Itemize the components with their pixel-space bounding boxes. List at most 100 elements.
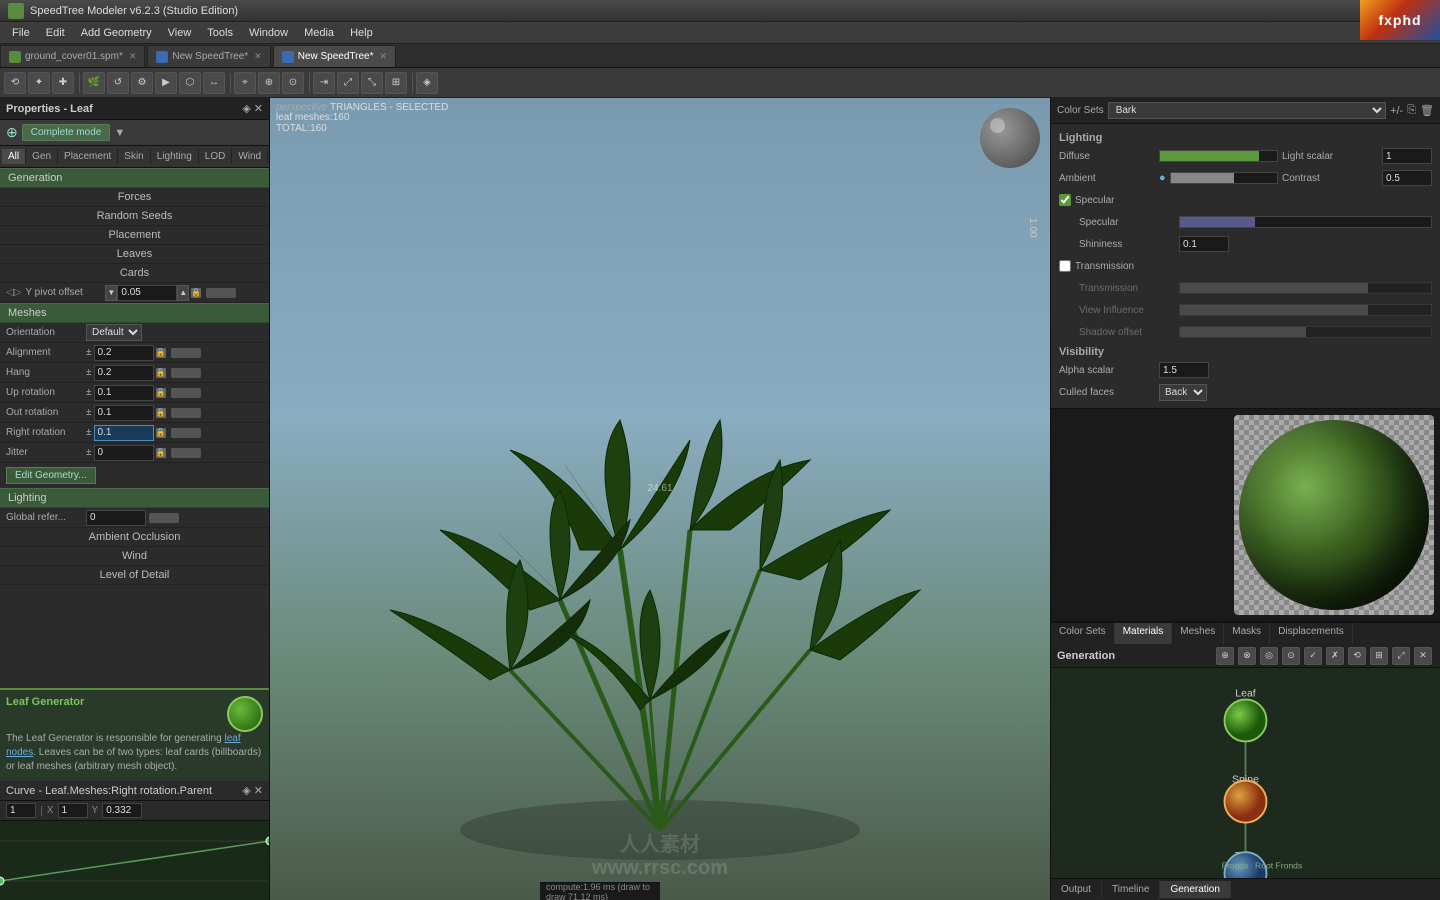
curve-btn-close[interactable]: ✕	[254, 784, 263, 797]
hang-input[interactable]	[94, 365, 154, 381]
right-rotation-input[interactable]	[94, 425, 154, 441]
up-rotation-slider[interactable]	[171, 388, 201, 398]
section-cards[interactable]: Cards	[0, 264, 269, 283]
wind-item[interactable]: Wind	[0, 547, 269, 566]
toolbar-btn-17[interactable]: ◈	[416, 72, 438, 94]
gen-btn-7[interactable]: ⟲	[1348, 647, 1366, 665]
toolbar-btn-7[interactable]: ▶	[155, 72, 177, 94]
tab-close-1[interactable]: ✕	[129, 51, 137, 62]
leaf-nodes-link[interactable]: leaf nodes	[6, 733, 241, 758]
gen-btn-4[interactable]: ⊙	[1282, 647, 1300, 665]
right-tab-displacements[interactable]: Displacements	[1270, 623, 1353, 644]
curve-btn-1[interactable]: ◈	[242, 784, 250, 797]
toolbar-btn-1[interactable]: ⟲	[4, 72, 26, 94]
navigation-widget[interactable]	[980, 108, 1040, 168]
ambient-occlusion[interactable]: Ambient Occlusion	[0, 528, 269, 547]
color-sets-select[interactable]: Bark	[1108, 102, 1386, 119]
diffuse-bar[interactable]	[1159, 150, 1278, 162]
menu-add-geometry[interactable]: Add Geometry	[73, 25, 160, 41]
toolbar-btn-4[interactable]: 🌿	[83, 72, 105, 94]
color-set-btn-add[interactable]: +/-	[1390, 105, 1403, 117]
culled-faces-select[interactable]: Back Front None	[1159, 384, 1207, 401]
toolbar-btn-12[interactable]: ⊙	[282, 72, 304, 94]
light-scalar-input[interactable]	[1382, 148, 1432, 164]
y-pivot-lock[interactable]: 🔒	[191, 288, 201, 298]
right-rotation-slider[interactable]	[171, 428, 201, 438]
prop-tab-gen[interactable]: Gen	[26, 149, 58, 164]
gen-btn-3[interactable]: ◎	[1260, 647, 1278, 665]
hang-lock[interactable]: 🔒	[156, 368, 166, 378]
toolbar-btn-11[interactable]: ⊕	[258, 72, 280, 94]
out-rotation-lock[interactable]: 🔒	[156, 408, 166, 418]
prop-tab-lod[interactable]: LOD	[199, 149, 233, 164]
alignment-input[interactable]	[94, 345, 154, 361]
prop-tab-placement[interactable]: Placement	[58, 149, 118, 164]
curve-canvas[interactable]: 0.33	[0, 821, 269, 900]
out-rotation-input[interactable]	[94, 405, 154, 421]
y-pivot-slider[interactable]	[206, 288, 236, 298]
prop-tab-wind[interactable]: Wind	[232, 149, 268, 164]
tab-ground-cover[interactable]: ground_cover01.spm* ✕	[0, 45, 145, 67]
toolbar-btn-8[interactable]: ⬡	[179, 72, 201, 94]
toolbar-btn-2[interactable]: ✦	[28, 72, 50, 94]
generation-graph[interactable]: Leaf Spine Tree	[1051, 668, 1440, 878]
bottom-tab-output[interactable]: Output	[1051, 881, 1102, 898]
toolbar-btn-13[interactable]: ⇥	[313, 72, 335, 94]
tab-new-speedtree-1[interactable]: New SpeedTree* ✕	[147, 45, 270, 67]
right-rotation-lock[interactable]: 🔒	[156, 428, 166, 438]
gen-expand[interactable]: ⤢	[1392, 647, 1410, 665]
global-refer-slider[interactable]	[149, 513, 179, 523]
menu-file[interactable]: File	[4, 25, 38, 41]
transmission-checkbox[interactable]	[1059, 260, 1071, 272]
toolbar-btn-5[interactable]: ↺	[107, 72, 129, 94]
gen-close[interactable]: ✕	[1414, 647, 1432, 665]
section-generation[interactable]: Generation	[0, 168, 269, 188]
y-pivot-down[interactable]: ▼	[105, 285, 117, 301]
specular-bar[interactable]	[1179, 216, 1432, 228]
toolbar-btn-15[interactable]: ⤡	[361, 72, 383, 94]
bottom-tab-timeline[interactable]: Timeline	[1102, 881, 1160, 898]
mode-button[interactable]: Complete mode	[22, 124, 111, 141]
menu-edit[interactable]: Edit	[38, 25, 73, 41]
right-tab-color-sets[interactable]: Color Sets	[1051, 623, 1115, 644]
right-tab-masks[interactable]: Masks	[1224, 623, 1270, 644]
edit-geometry-btn[interactable]: Edit Geometry...	[6, 467, 96, 484]
toolbar-btn-10[interactable]: ⌖	[234, 72, 256, 94]
y-pivot-input[interactable]	[117, 285, 177, 301]
specular-checkbox[interactable]	[1059, 194, 1071, 206]
menu-media[interactable]: Media	[296, 25, 342, 41]
gen-btn-8[interactable]: ⊞	[1370, 647, 1388, 665]
right-tab-meshes[interactable]: Meshes	[1172, 623, 1224, 644]
section-random-seeds[interactable]: Random Seeds	[0, 207, 269, 226]
jitter-slider[interactable]	[171, 448, 201, 458]
contrast-input[interactable]	[1382, 170, 1432, 186]
bottom-tab-generation[interactable]: Generation	[1160, 881, 1230, 898]
right-tab-materials[interactable]: Materials	[1115, 623, 1173, 644]
color-set-btn-del[interactable]: 🗑	[1420, 104, 1434, 117]
tab-close-3[interactable]: ✕	[380, 51, 388, 62]
curve-x-input[interactable]	[6, 803, 36, 818]
menu-window[interactable]: Window	[241, 25, 296, 41]
section-leaves[interactable]: Leaves	[0, 245, 269, 264]
ambient-bar[interactable]	[1170, 172, 1278, 184]
prop-tab-skin[interactable]: Skin	[118, 149, 150, 164]
y-pivot-up[interactable]: ▲	[177, 285, 189, 301]
hang-slider[interactable]	[171, 368, 201, 378]
menu-view[interactable]: View	[160, 25, 200, 41]
up-rotation-input[interactable]	[94, 385, 154, 401]
props-header-btn-1[interactable]: ◈	[242, 102, 250, 115]
tab-close-2[interactable]: ✕	[254, 51, 262, 62]
toolbar-btn-16[interactable]: ⊞	[385, 72, 407, 94]
section-forces[interactable]: Forces	[0, 188, 269, 207]
alpha-scalar-input[interactable]	[1159, 362, 1209, 378]
orientation-select[interactable]: Default	[86, 324, 142, 341]
gen-btn-6[interactable]: ✗	[1326, 647, 1344, 665]
jitter-input[interactable]	[94, 445, 154, 461]
shininess-input[interactable]	[1179, 236, 1229, 252]
gen-btn-2[interactable]: ⊗	[1238, 647, 1256, 665]
color-set-btn-copy[interactable]: ⎘	[1407, 104, 1416, 117]
viewport[interactable]: perspective TRIANGLES - SELECTED leaf me…	[270, 98, 1050, 900]
up-rotation-lock[interactable]: 🔒	[156, 388, 166, 398]
toolbar-btn-14[interactable]: ⤢	[337, 72, 359, 94]
global-refer-input[interactable]	[86, 510, 146, 526]
